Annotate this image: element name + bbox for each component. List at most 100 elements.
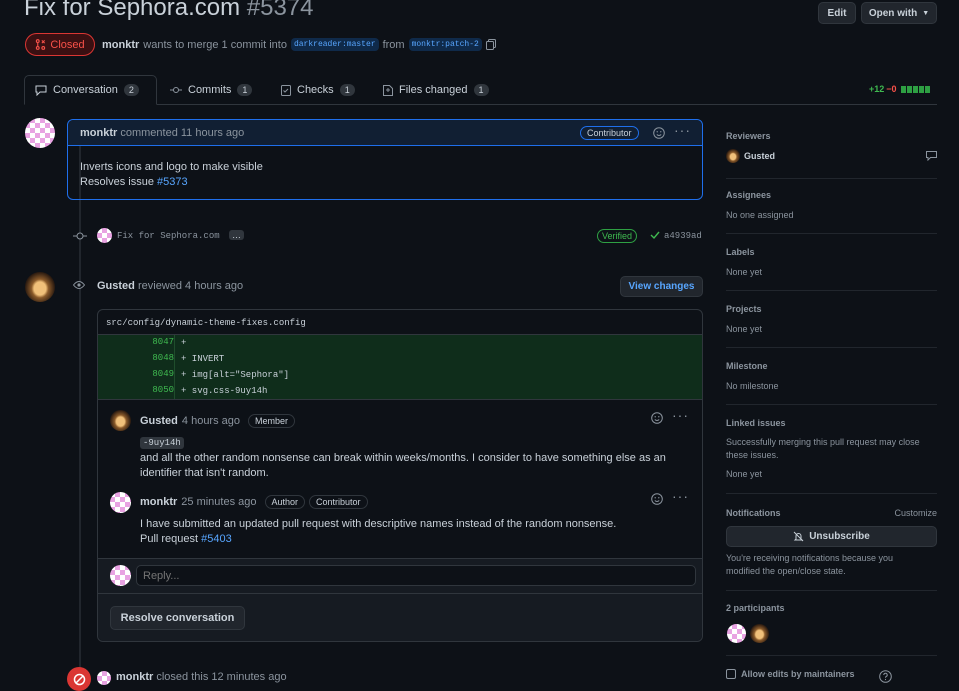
milestone-section: Milestone No milestone	[726, 361, 937, 405]
commit-sha[interactable]: a4939ad	[664, 231, 702, 241]
emoji-icon[interactable]	[651, 493, 663, 505]
review-thread: src/config/dynamic-theme-fixes.config 80…	[97, 309, 703, 642]
commit-icon	[170, 87, 182, 93]
emoji-icon[interactable]	[653, 127, 665, 139]
reply-input[interactable]	[136, 565, 696, 586]
avatar[interactable]	[110, 492, 131, 513]
closed-icon	[67, 667, 91, 691]
section-value: None yet	[726, 324, 763, 334]
allow-edits-checkbox[interactable]	[726, 669, 736, 679]
avatar[interactable]	[110, 410, 131, 431]
checklist-icon	[281, 84, 291, 96]
projects-section: Projects None yet	[726, 304, 937, 348]
more-options-icon[interactable]: ···	[674, 122, 691, 138]
linked-issues-section: Linked issues Successfully merging this …	[726, 418, 937, 494]
diff-line: 8050 + svg.css-9uy14h	[98, 383, 702, 399]
tab-files-changed[interactable]: Files changed 1	[383, 75, 489, 105]
section-title[interactable]: Assignees	[726, 190, 937, 200]
notifications-section: Notifications Customize Unsubscribe You'…	[726, 508, 937, 591]
pull-request-link[interactable]: #5403	[201, 533, 232, 545]
section-title[interactable]: Linked issues	[726, 418, 937, 428]
check-icon	[650, 231, 660, 240]
reply-author[interactable]: monktr	[140, 496, 177, 508]
diffstat-bar	[900, 85, 930, 93]
avatar[interactable]	[97, 228, 112, 243]
emoji-icon[interactable]	[651, 412, 663, 424]
avatar[interactable]	[25, 118, 55, 148]
customize-link[interactable]: Customize	[894, 508, 937, 518]
verified-badge[interactable]: Verified	[597, 229, 638, 243]
base-branch[interactable]: darkreader:master	[290, 38, 379, 51]
avatar[interactable]	[727, 624, 746, 643]
review-author[interactable]: Gusted	[97, 280, 135, 292]
comment-line: Inverts icons and logo to make visible	[80, 161, 263, 173]
author-badge: Author	[264, 495, 306, 509]
copy-icon[interactable]	[485, 39, 496, 50]
participants-section: 2 participants	[726, 603, 937, 656]
edit-button[interactable]: Edit	[818, 2, 856, 24]
view-changes-button[interactable]: View changes	[620, 276, 703, 297]
comment-line: Resolves issue #5373	[80, 176, 188, 188]
comment-box: monktr commented 11 hours ago Contributo…	[67, 119, 703, 200]
section-title[interactable]: Labels	[726, 247, 937, 257]
section-title[interactable]: Projects	[726, 304, 937, 314]
status-badge: Closed	[25, 33, 95, 56]
file-path[interactable]: src/config/dynamic-theme-fixes.config	[106, 318, 306, 328]
allow-edits-row: Allow edits by maintainers	[726, 669, 855, 679]
tab-conversation[interactable]: Conversation 2	[24, 75, 157, 105]
reply-text: Pull request #5403	[140, 533, 232, 545]
reply-header: Gusted 4 hours ago Member	[140, 414, 296, 428]
more-options-icon[interactable]: ···	[672, 488, 689, 504]
section-title[interactable]: Milestone	[726, 361, 937, 371]
member-badge: Member	[248, 414, 296, 428]
open-with-button[interactable]: Open with ▼	[861, 2, 937, 24]
diff-line: 8049 + img[alt="Sephora"]	[98, 367, 702, 383]
commit-icon	[73, 232, 87, 240]
contributor-badge: Contributor	[580, 126, 639, 140]
commit-message[interactable]: Fix for Sephora.com	[117, 231, 220, 241]
section-title[interactable]: Reviewers	[726, 131, 937, 141]
section-value: None yet	[726, 267, 763, 277]
avatar[interactable]	[97, 671, 111, 685]
assignees-section: Assignees No one assigned	[726, 190, 937, 234]
avatar	[726, 149, 740, 163]
tab-checks[interactable]: Checks 1	[281, 75, 355, 105]
issue-link[interactable]: #5373	[157, 176, 188, 188]
pr-summary: monktr wants to merge 1 commit into dark…	[102, 38, 496, 51]
avatar	[110, 565, 131, 586]
review-meta: Gusted reviewed 4 hours ago	[97, 280, 244, 292]
reviewer-name[interactable]: Gusted	[744, 151, 775, 161]
pr-number: #5374	[246, 0, 314, 21]
tab-commits[interactable]: Commits 1	[170, 75, 253, 105]
avatar[interactable]	[750, 624, 769, 643]
more-options-icon[interactable]: ···	[672, 407, 689, 423]
commit-expand-button[interactable]: …	[229, 230, 244, 240]
comment-icon	[926, 151, 937, 161]
reply-text: and all the other random nonsense can br…	[140, 452, 666, 479]
section-value: No milestone	[726, 381, 779, 391]
reply-text: I have submitted an updated pull request…	[140, 518, 617, 530]
file-diff-icon	[383, 84, 393, 96]
reply-author[interactable]: Gusted	[140, 415, 178, 427]
chevron-down-icon: ▼	[922, 9, 930, 17]
pr-tabs: Conversation 2 Commits 1 Checks 1 Files cha…	[24, 75, 937, 105]
head-branch[interactable]: monktr:patch-2	[408, 38, 482, 51]
diffstat: +12 −0	[869, 84, 930, 94]
bell-slash-icon	[793, 531, 804, 542]
comment-author[interactable]: monktr	[80, 127, 117, 139]
unsubscribe-button[interactable]: Unsubscribe	[726, 526, 937, 547]
avatar[interactable]	[25, 272, 55, 302]
closed-event: monktr closed this 12 minutes ago	[116, 671, 287, 683]
notification-reason: You're receiving notifications because y…	[726, 553, 893, 576]
pull-request-closed-icon	[36, 39, 46, 50]
section-value: None yet	[726, 469, 763, 479]
question-icon[interactable]	[879, 670, 892, 683]
resolve-conversation-button[interactable]: Resolve conversation	[110, 606, 245, 630]
section-description: Successfully merging this pull request m…	[726, 437, 920, 460]
contributor-badge: Contributor	[309, 495, 368, 509]
section-title: 2 participants	[726, 603, 785, 613]
comment-header: monktr commented 11 hours ago Contributo…	[68, 120, 702, 146]
pr-author[interactable]: monktr	[102, 39, 139, 51]
inline-code: -9uy14h	[140, 437, 184, 449]
diff-line: 8048 + INVERT	[98, 351, 702, 367]
